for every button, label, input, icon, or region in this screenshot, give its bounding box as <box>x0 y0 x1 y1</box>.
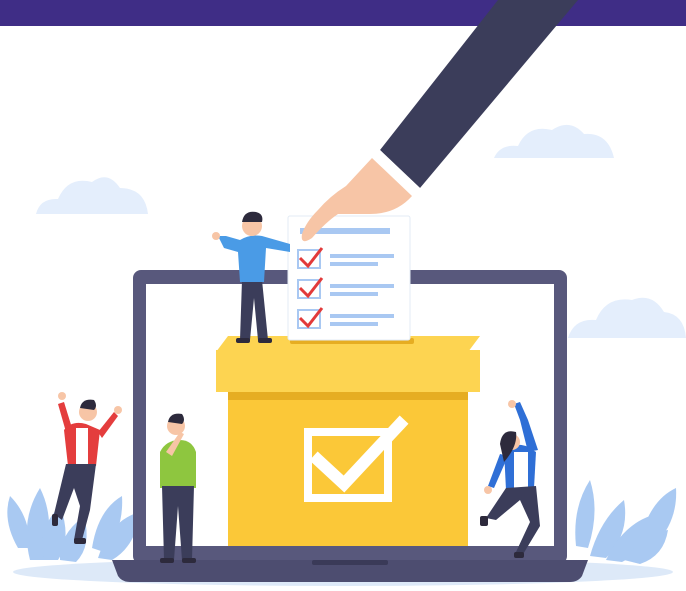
cloud-right <box>568 297 686 338</box>
hand-holding-ballot <box>301 0 578 242</box>
sleeve <box>380 0 578 188</box>
vote-illustration <box>0 0 686 591</box>
leaves-right <box>575 480 677 564</box>
ballot-box-lid-shadow <box>228 392 468 400</box>
ballot-box-front <box>228 392 468 546</box>
ballot-box-icon <box>216 336 480 546</box>
leaves-left <box>7 488 140 562</box>
cloud-left <box>36 177 148 214</box>
online-voting-illustration <box>7 0 686 586</box>
laptop-notch <box>312 560 388 565</box>
cloud-top-right <box>494 124 614 158</box>
ballot-box-lid-side <box>216 350 480 392</box>
